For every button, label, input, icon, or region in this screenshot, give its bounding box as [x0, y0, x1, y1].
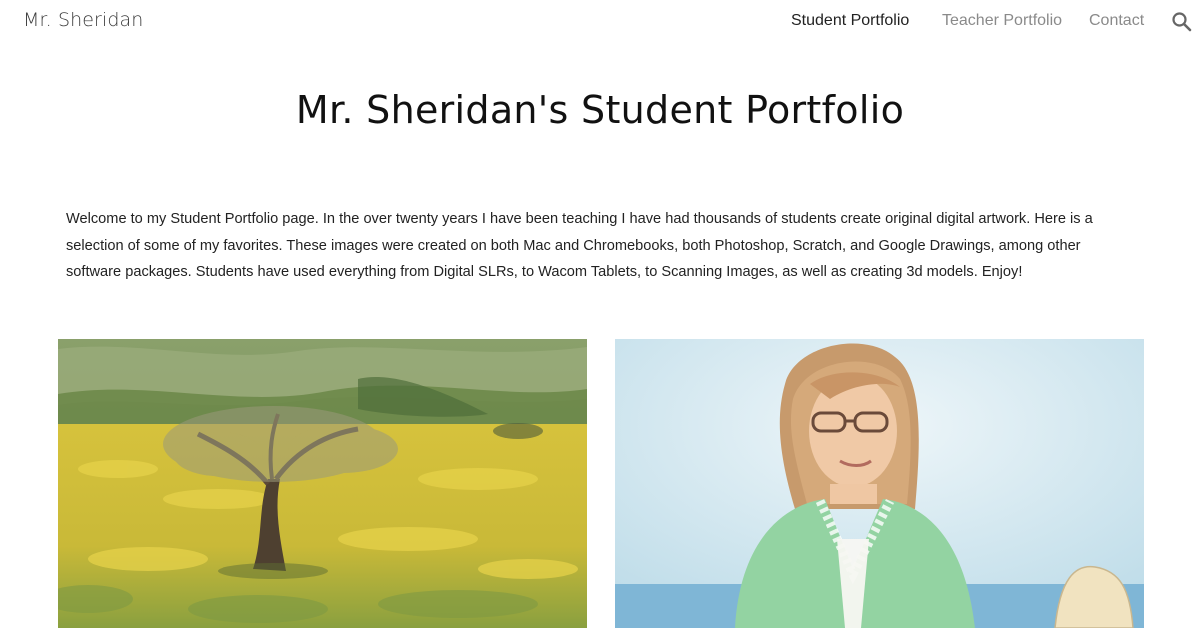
gallery-image-tree-painting[interactable] [58, 339, 587, 628]
portrait-drawing-image [615, 339, 1144, 628]
nav-contact[interactable]: Contact [1089, 12, 1144, 30]
page-title: Mr. Sheridan's Student Portfolio [295, 88, 905, 132]
site-header: Mr. Sheridan Student Portfolio Teacher P… [0, 0, 1200, 44]
intro-paragraph: Welcome to my Student Portfolio page. In… [66, 211, 1093, 280]
gallery-image-portrait-drawing[interactable] [615, 339, 1144, 628]
tree-painting-image [58, 339, 587, 628]
site-title-link[interactable]: Mr. Sheridan [23, 9, 143, 31]
search-button[interactable] [1170, 10, 1194, 34]
search-icon [1172, 12, 1192, 32]
nav-teacher-portfolio[interactable]: Teacher Portfolio [942, 12, 1062, 30]
nav-student-portfolio[interactable]: Student Portfolio [791, 12, 909, 30]
